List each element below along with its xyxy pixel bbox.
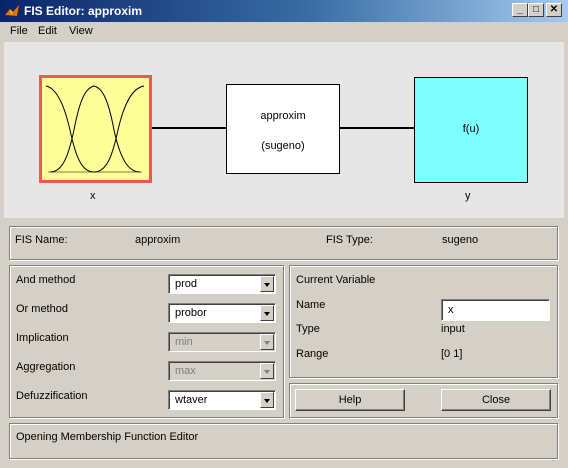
fis-diagram: x approxim (sugeno) f(u) y — [4, 42, 564, 218]
current-variable-title: Current Variable — [296, 274, 376, 286]
connector-line — [152, 127, 226, 129]
menu-bar: File Edit View — [0, 22, 568, 42]
variable-name-field[interactable]: x — [441, 299, 550, 321]
aggregation-label: Aggregation — [16, 361, 76, 373]
variable-type-label: Type — [296, 323, 320, 335]
input-variable-label: x — [90, 190, 96, 202]
maximize-button[interactable]: □ — [528, 3, 544, 17]
connector-line — [340, 127, 414, 129]
menu-file[interactable]: File — [10, 25, 28, 37]
defuzzification-select[interactable]: wtaver — [168, 390, 276, 410]
and-method-label: And method — [16, 274, 76, 286]
input-variable-block[interactable] — [39, 75, 152, 183]
or-method-label: Or method — [16, 303, 68, 315]
chevron-down-icon — [260, 363, 274, 379]
status-panel: Opening Membership Function Editor — [9, 423, 558, 459]
and-method-select[interactable]: prod — [168, 274, 276, 294]
window-title: FIS Editor: approxim — [24, 4, 143, 18]
membership-functions-plot — [45, 85, 145, 173]
system-type: (sugeno) — [261, 140, 305, 152]
minimize-button[interactable]: _ — [512, 3, 528, 17]
variable-name-label: Name — [296, 299, 326, 311]
fis-type-label: FIS Type: — [326, 234, 373, 246]
implication-select[interactable]: min — [168, 332, 276, 352]
buttons-panel: Help Close — [289, 383, 558, 418]
matlab-icon — [5, 5, 19, 16]
menu-edit[interactable]: Edit — [38, 25, 57, 37]
defuzzification-label: Defuzzification — [16, 390, 88, 402]
variable-range-value: [0 1] — [441, 348, 463, 360]
help-button[interactable]: Help — [295, 389, 405, 411]
chevron-down-icon — [260, 305, 274, 321]
variable-type-value: input — [441, 323, 465, 335]
fis-type-value: sugeno — [442, 234, 479, 246]
implication-label: Implication — [16, 332, 69, 344]
output-variable-block[interactable]: f(u) — [414, 77, 528, 183]
output-function-label: f(u) — [462, 123, 480, 135]
fis-name-label: FIS Name: — [15, 234, 68, 246]
output-variable-label: y — [465, 190, 471, 202]
menu-view[interactable]: View — [69, 25, 93, 37]
close-window-button[interactable]: ✕ — [546, 3, 562, 17]
fis-system-block[interactable]: approxim (sugeno) — [226, 84, 340, 174]
current-variable-panel: Current Variable Name x Type input Range… — [289, 265, 558, 378]
fis-info-panel: FIS Name: approxim FIS Type: sugeno — [9, 226, 558, 260]
variable-range-label: Range — [296, 348, 329, 360]
methods-panel: And method prod Or method probor Implica… — [9, 265, 284, 418]
chevron-down-icon — [260, 276, 274, 292]
or-method-select[interactable]: probor — [168, 303, 276, 323]
system-name: approxim — [260, 110, 306, 122]
title-bar[interactable]: FIS Editor: approxim _ □ ✕ — [0, 0, 568, 22]
chevron-down-icon — [260, 334, 274, 350]
status-message: Opening Membership Function Editor — [16, 431, 199, 443]
close-button[interactable]: Close — [441, 389, 551, 411]
fis-name-value: approxim — [135, 234, 181, 246]
chevron-down-icon — [260, 392, 274, 408]
aggregation-select[interactable]: max — [168, 361, 276, 381]
